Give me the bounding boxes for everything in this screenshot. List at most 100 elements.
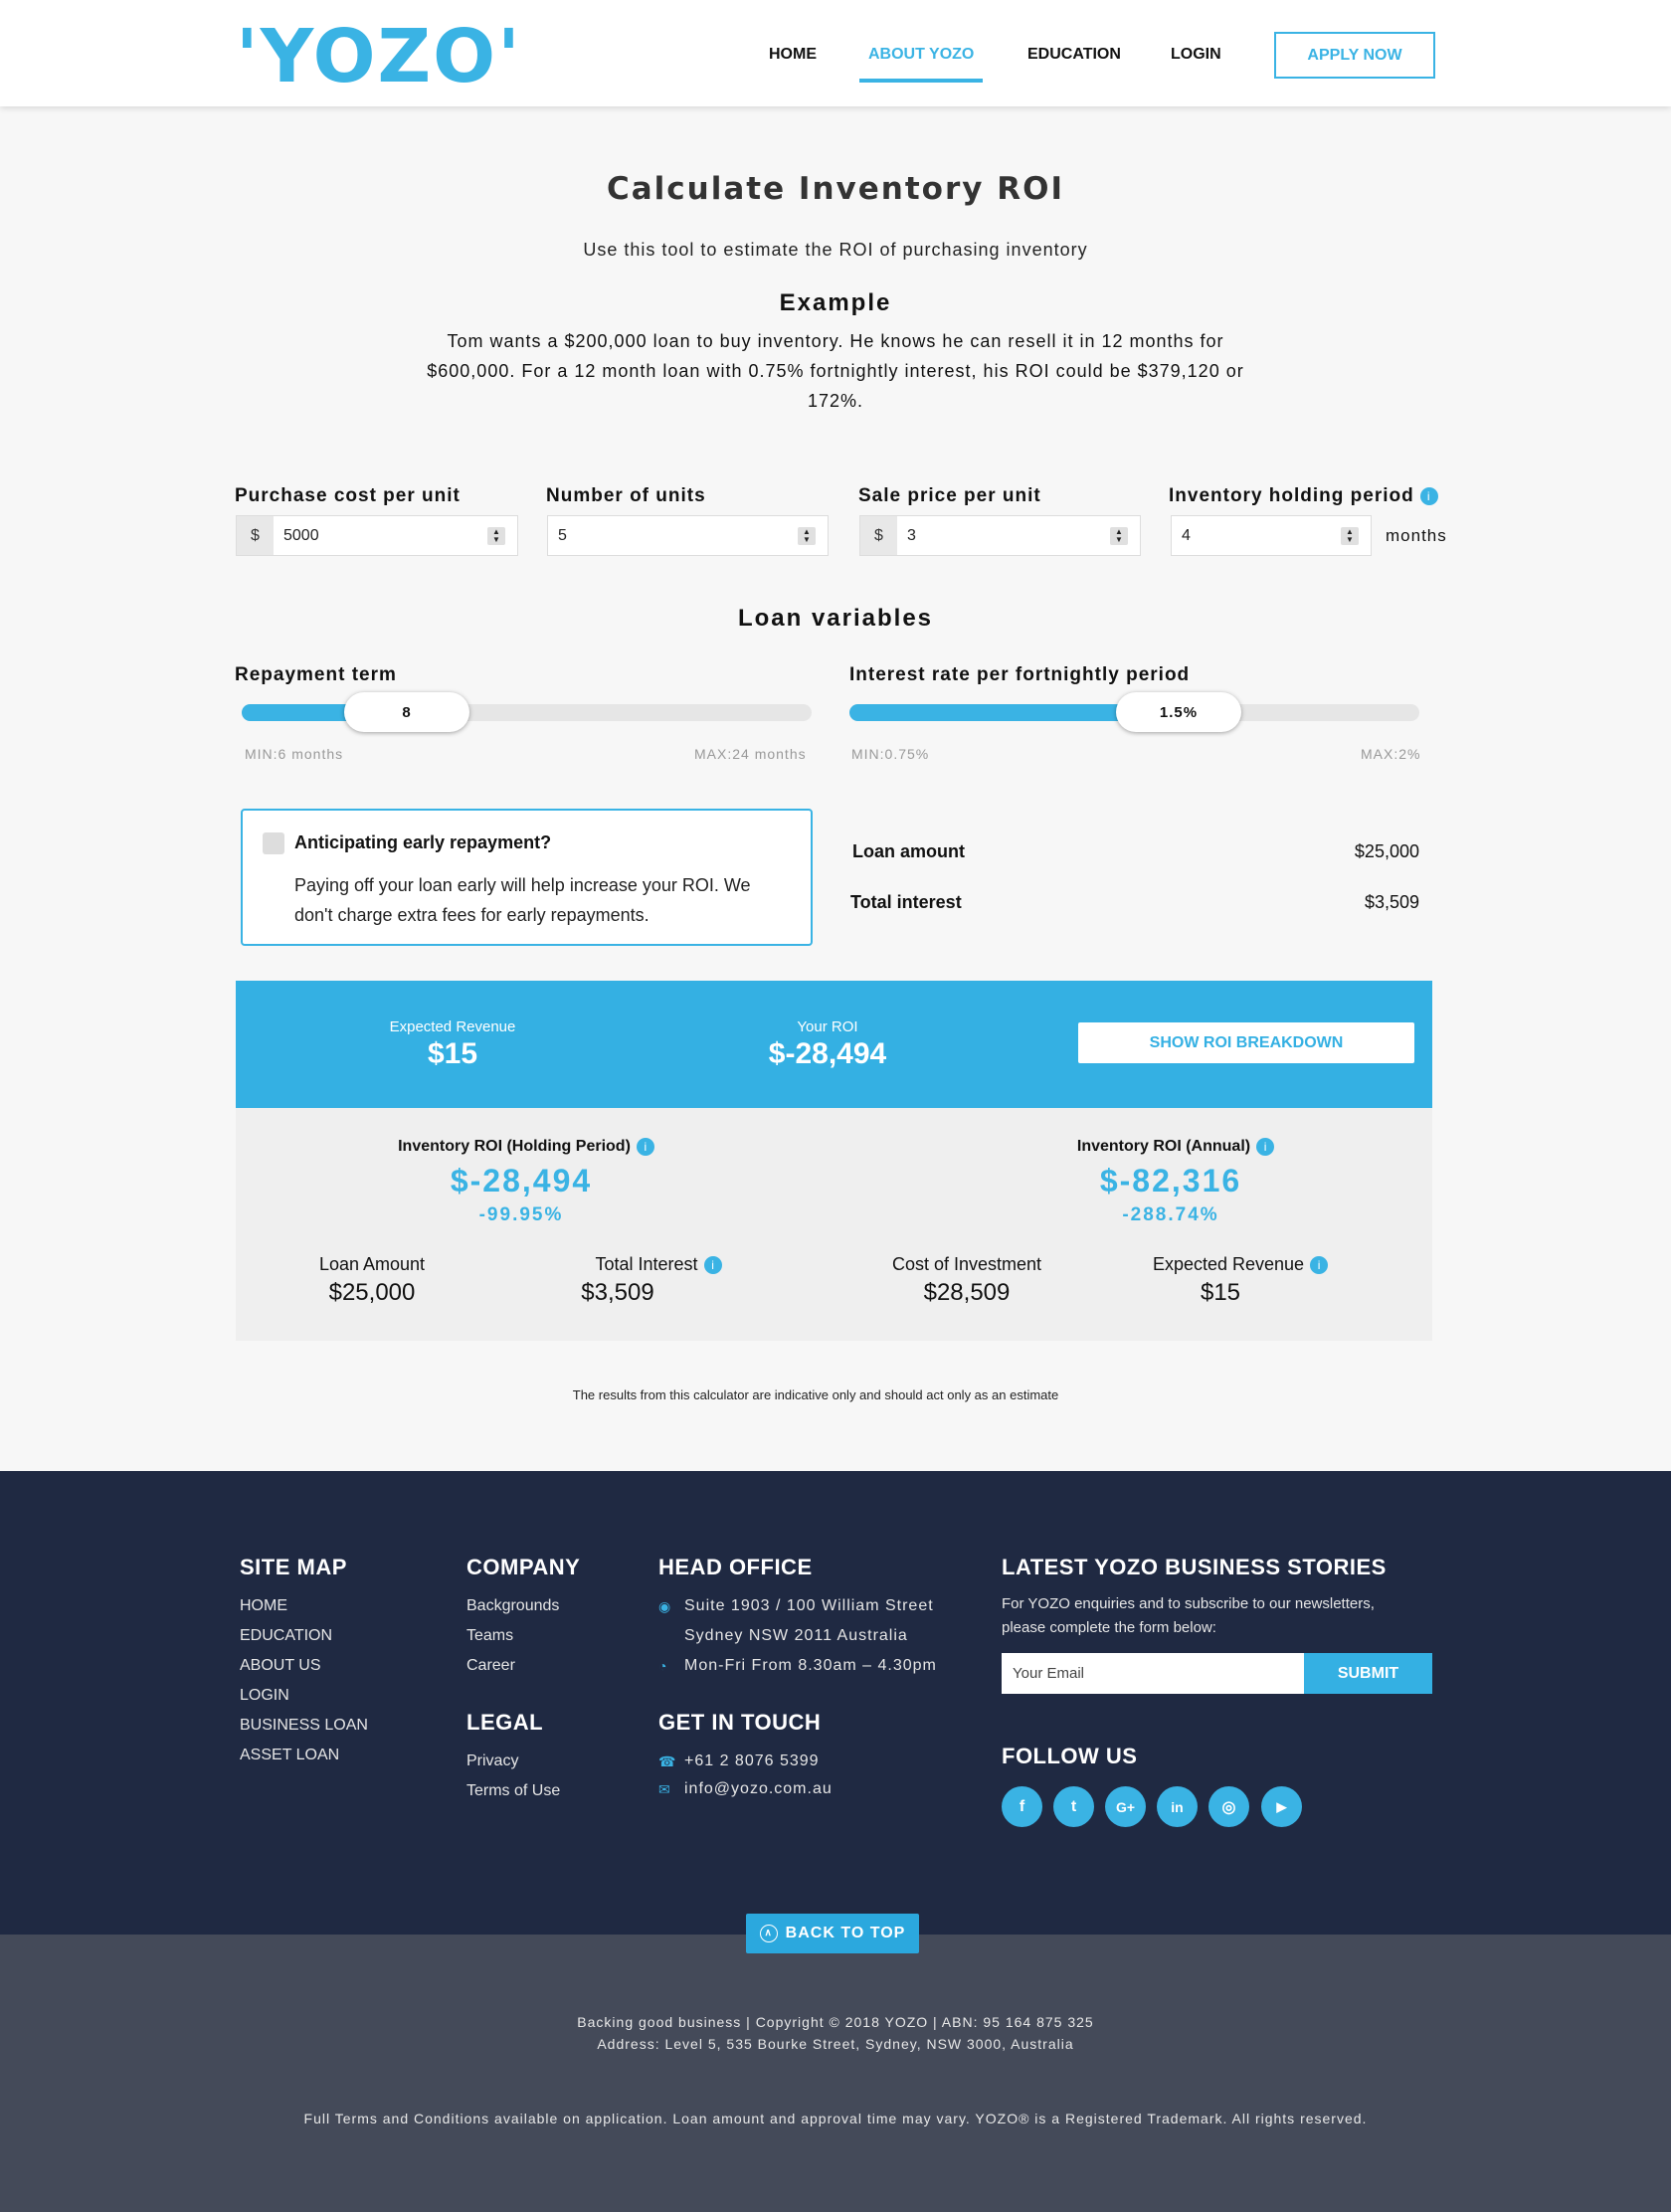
early-repayment-title[interactable]: Anticipating early repayment? — [294, 832, 551, 853]
spinner-icon[interactable]: ▲ ▼ — [1110, 526, 1128, 545]
info-icon[interactable]: i — [703, 1256, 722, 1275]
expected-revenue-value: $15 — [427, 1037, 478, 1070]
purchase-cost-field[interactable]: $ 5000 ▲ ▼ — [236, 515, 518, 556]
sale-price-field[interactable]: $ 3 ▲ ▼ — [859, 515, 1141, 556]
slider-max-label: MAX:2% — [1361, 746, 1421, 762]
linkedin-icon[interactable]: in — [1157, 1786, 1198, 1827]
page-subtitle: Use this tool to estimate the ROI of pur… — [583, 240, 1088, 260]
page-title: Calculate Inventory ROI — [607, 171, 1064, 207]
loan-amount-detail-value: $25,000 — [328, 1279, 416, 1306]
your-roi-label: Your ROI — [797, 1018, 858, 1035]
nav-home[interactable]: HOME — [769, 46, 817, 64]
sitemap-heading: SITE MAP — [240, 1555, 347, 1579]
twitter-icon[interactable]: t — [1053, 1786, 1094, 1827]
interest-rate-label: Interest rate per fortnightly period — [849, 664, 1191, 685]
phone-icon: ☎ — [658, 1753, 676, 1769]
follow-us-heading: FOLLOW US — [1002, 1744, 1138, 1768]
show-roi-breakdown-button[interactable]: SHOW ROI BREAKDOWN — [1078, 1022, 1414, 1063]
email-address[interactable]: info@yozo.com.au — [684, 1780, 833, 1798]
sale-price-label: Sale price per unit — [858, 485, 1041, 506]
holding-period-label: Inventory holding period i — [1169, 485, 1438, 507]
stories-heading: LATEST YOZO BUSINESS STORIES — [1002, 1555, 1387, 1579]
spinner-icon[interactable]: ▲ ▼ — [487, 526, 505, 545]
newsletter-text: For YOZO enquiries and to subscribe to o… — [1002, 1595, 1375, 1636]
holding-period-field[interactable]: 4 ▲ ▼ — [1171, 515, 1372, 556]
copyright-bar: Backing good business | Copyright © 2018… — [0, 1935, 1671, 2212]
spinner-icon[interactable]: ▲ ▼ — [1341, 526, 1359, 545]
your-roi-value: $-28,494 — [768, 1037, 887, 1070]
nav-login[interactable]: LOGIN — [1171, 46, 1221, 64]
slider-handle[interactable]: 8 — [344, 692, 469, 732]
mail-icon: ✉ — [658, 1781, 670, 1797]
info-icon[interactable]: i — [1310, 1256, 1329, 1275]
footer-link-home[interactable]: HOME — [240, 1597, 287, 1615]
footer-link-backgrounds[interactable]: Backgrounds — [466, 1597, 559, 1615]
loan-amount-row: Loan amount $25,000 — [852, 841, 1419, 862]
facebook-icon[interactable]: f — [1002, 1786, 1042, 1827]
company-heading: COMPANY — [466, 1555, 581, 1579]
dollar-prefix: $ — [237, 516, 274, 555]
footer-link-asset-loan[interactable]: ASSET LOAN — [240, 1747, 339, 1764]
copyright-text: Backing good business | Copyright © 2018… — [577, 2014, 1094, 2030]
footer-link-terms[interactable]: Terms of Use — [466, 1782, 560, 1800]
footer-link-teams[interactable]: Teams — [466, 1627, 513, 1645]
newsletter-email-input[interactable]: Your Email — [1002, 1653, 1304, 1694]
footer-link-business-loan[interactable]: BUSINESS LOAN — [240, 1717, 368, 1735]
info-icon[interactable]: i — [636, 1138, 654, 1156]
loan-variables-heading: Loan variables — [737, 605, 934, 632]
purchase-cost-label: Purchase cost per unit — [235, 485, 461, 506]
footer-link-privacy[interactable]: Privacy — [466, 1752, 518, 1770]
info-icon[interactable]: i — [1256, 1138, 1275, 1156]
nav-about-yozo[interactable]: ABOUT YOZO — [868, 46, 974, 64]
info-icon[interactable]: i — [1419, 486, 1438, 505]
units-value[interactable]: 5 — [548, 527, 798, 545]
footer-link-career[interactable]: Career — [466, 1657, 515, 1675]
cost-of-investment-value: $28,509 — [923, 1279, 1011, 1306]
holding-period-value[interactable]: 4 — [1172, 527, 1341, 545]
instagram-icon[interactable]: ◎ — [1208, 1786, 1249, 1827]
footer-link-login[interactable]: LOGIN — [240, 1687, 289, 1705]
slider-min-label: MIN:0.75% — [851, 746, 930, 762]
apply-now-button[interactable]: APPLY NOW — [1274, 32, 1435, 79]
active-nav-underline — [859, 79, 983, 83]
holding-roi-value: $-28,494 — [450, 1163, 593, 1198]
total-interest-value: $3,509 — [1364, 892, 1419, 912]
repayment-term-slider[interactable]: 8 — [242, 692, 812, 732]
early-repayment-text: Paying off your loan early will help inc… — [294, 875, 751, 925]
newsletter-submit-button[interactable]: SUBMIT — [1304, 1653, 1432, 1694]
annual-roi-percent: -288.74% — [1122, 1204, 1219, 1225]
results-banner: Expected Revenue $15 Your ROI $-28,494 S… — [236, 981, 1432, 1108]
repayment-term-label: Repayment term — [235, 664, 397, 685]
head-office-heading: HEAD OFFICE — [658, 1555, 813, 1579]
get-in-touch-heading: GET IN TOUCH — [658, 1710, 822, 1735]
map-pin-icon: ◉ — [658, 1598, 671, 1614]
footer-link-about-us[interactable]: ABOUT US — [240, 1657, 321, 1675]
expected-revenue-label: Expected Revenue — [389, 1018, 516, 1035]
spinner-icon[interactable]: ▲ ▼ — [798, 526, 816, 545]
loan-amount-detail-label: Loan Amount — [318, 1254, 426, 1274]
terms-text: Full Terms and Conditions available on a… — [303, 2111, 1368, 2126]
back-to-top-button[interactable]: ∧ BACK TO TOP — [746, 1914, 919, 1953]
early-repayment-checkbox[interactable] — [263, 832, 284, 854]
google-plus-icon[interactable]: G+ — [1105, 1786, 1146, 1827]
months-suffix: months — [1386, 526, 1447, 545]
phone-number[interactable]: +61 2 8076 5399 — [684, 1752, 820, 1770]
yozo-logo[interactable]: 'YOZO' — [236, 14, 522, 99]
office-hours: Mon-Fri From 8.30am – 4.30pm — [684, 1657, 937, 1674]
slider-min-label: MIN:6 months — [245, 746, 344, 762]
purchase-cost-value[interactable]: 5000 — [274, 527, 487, 545]
footer-link-education[interactable]: EDUCATION — [240, 1627, 332, 1645]
sale-price-value[interactable]: 3 — [897, 527, 1110, 545]
youtube-icon[interactable]: ▶ — [1261, 1786, 1302, 1827]
site-footer: SITE MAP HOME EDUCATION ABOUT US LOGIN B… — [0, 1471, 1671, 1935]
total-interest-row: Total interest $3,509 — [850, 892, 1419, 913]
site-header: 'YOZO' HOME ABOUT YOZO EDUCATION LOGIN A… — [0, 0, 1671, 106]
early-repayment-box: Anticipating early repayment? Paying off… — [241, 809, 813, 946]
example-heading: Example — [779, 289, 892, 316]
nav-education[interactable]: EDUCATION — [1027, 46, 1121, 64]
interest-rate-slider[interactable]: 1.5% — [849, 692, 1419, 732]
dollar-prefix: $ — [860, 516, 897, 555]
slider-handle[interactable]: 1.5% — [1116, 692, 1241, 732]
units-field[interactable]: 5 ▲ ▼ — [547, 515, 829, 556]
legal-heading: LEGAL — [466, 1710, 544, 1735]
